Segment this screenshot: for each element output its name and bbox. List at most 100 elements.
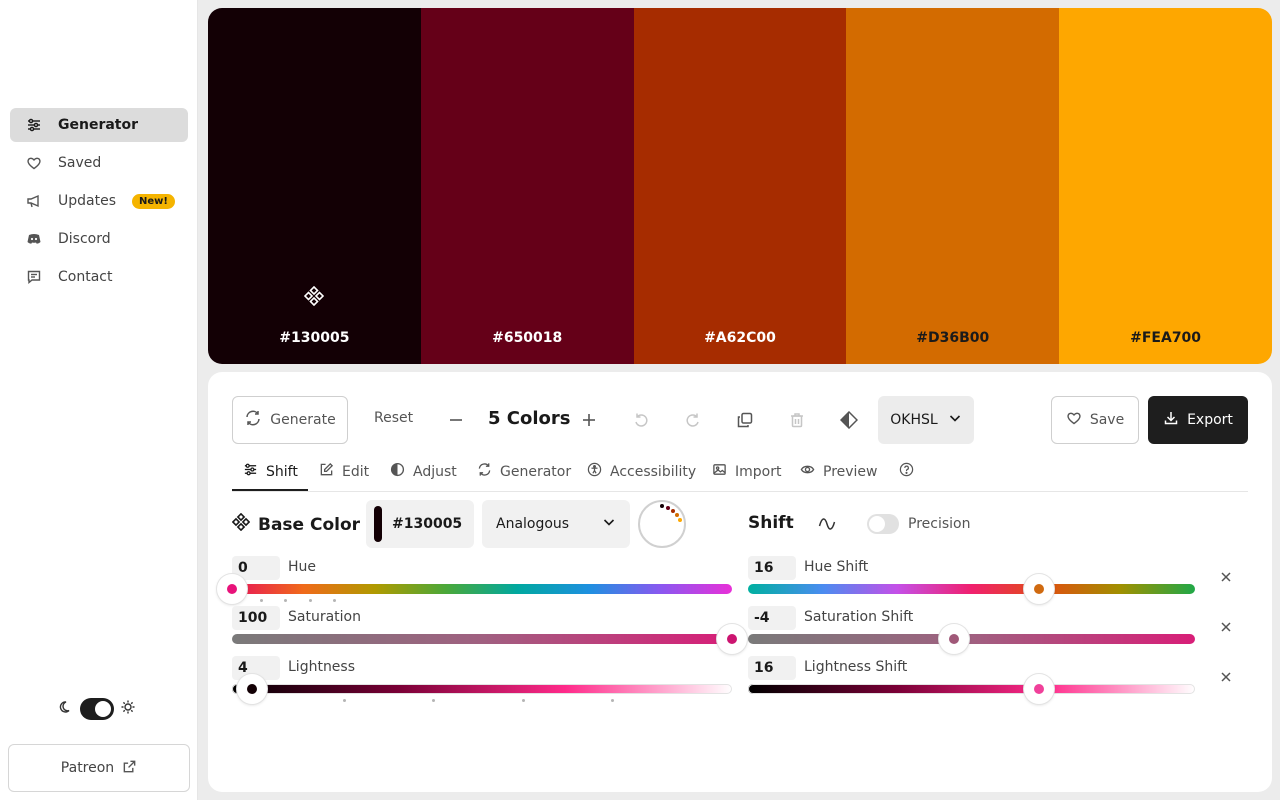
generate-label: Generate bbox=[270, 412, 336, 428]
shift-heading: Shift bbox=[748, 513, 794, 533]
eye-icon bbox=[800, 462, 815, 481]
color-swatch[interactable]: #FEA700 bbox=[1059, 8, 1272, 364]
saturation-slider[interactable] bbox=[232, 634, 732, 644]
palette-marker bbox=[522, 699, 525, 702]
base-color-icon bbox=[231, 512, 251, 536]
tab-bar: Shift Edit Adjust Generator Accessibilit… bbox=[232, 456, 1248, 492]
hue-shift-label: Hue Shift bbox=[804, 559, 869, 575]
tab-generator[interactable]: Generator bbox=[477, 462, 571, 481]
color-palette: #130005 #650018 #A62C00 #D36B00 #FEA700 bbox=[208, 8, 1272, 364]
theme-toggle[interactable] bbox=[80, 698, 114, 720]
tab-preview[interactable]: Preview bbox=[800, 462, 878, 481]
tab-label: Shift bbox=[266, 463, 298, 480]
palette-marker bbox=[432, 699, 435, 702]
active-tab-indicator bbox=[232, 489, 308, 491]
precision-toggle[interactable] bbox=[867, 514, 899, 534]
lightness-slider[interactable] bbox=[232, 684, 732, 694]
swatch-hex-label[interactable]: #130005 bbox=[208, 330, 421, 346]
redo-icon[interactable] bbox=[684, 411, 702, 429]
tab-adjust[interactable]: Adjust bbox=[390, 462, 457, 481]
hue-shift-thumb[interactable] bbox=[1023, 574, 1054, 604]
sidebar-item-discord[interactable]: Discord bbox=[10, 222, 188, 256]
discord-icon bbox=[26, 231, 42, 247]
sliders-icon bbox=[243, 462, 258, 481]
saturation-shift-label: Saturation Shift bbox=[804, 609, 914, 625]
lightness-shift-label: Lightness Shift bbox=[804, 659, 908, 675]
hue-slider[interactable] bbox=[232, 584, 732, 594]
tab-shift[interactable]: Shift bbox=[243, 462, 298, 481]
generate-button[interactable]: Generate bbox=[232, 396, 348, 444]
base-color-chip[interactable] bbox=[374, 506, 382, 542]
save-button[interactable]: Save bbox=[1051, 396, 1139, 444]
lightness-shift-slider[interactable] bbox=[748, 684, 1195, 694]
close-icon[interactable] bbox=[1220, 571, 1232, 583]
tab-import[interactable]: Import bbox=[712, 462, 781, 481]
close-icon[interactable] bbox=[1220, 621, 1232, 633]
hue-wheel-preview[interactable] bbox=[638, 500, 686, 548]
hue-shift-slider[interactable] bbox=[748, 584, 1195, 594]
close-icon[interactable] bbox=[1220, 671, 1232, 683]
palette-marker bbox=[343, 699, 346, 702]
tab-label: Preview bbox=[823, 463, 878, 480]
hue-thumb[interactable] bbox=[217, 574, 247, 604]
tab-edit[interactable]: Edit bbox=[319, 462, 369, 481]
saturation-shift-thumb[interactable] bbox=[938, 624, 969, 654]
swatch-hex-label[interactable]: #650018 bbox=[421, 330, 634, 346]
curve-icon[interactable] bbox=[818, 515, 836, 533]
sidebar-item-contact[interactable]: Contact bbox=[10, 260, 188, 294]
sidebar: Generator Saved Updates New! Discord Con… bbox=[0, 0, 198, 800]
sun-icon bbox=[120, 699, 136, 719]
accessibility-icon bbox=[587, 462, 602, 481]
color-space-select[interactable]: OKHSL bbox=[878, 396, 974, 444]
color-count: 5 Colors bbox=[488, 408, 571, 429]
new-badge: New! bbox=[132, 193, 175, 209]
color-swatch[interactable]: #A62C00 bbox=[633, 8, 847, 364]
contrast-toggle-icon[interactable] bbox=[840, 411, 858, 429]
tab-label: Import bbox=[735, 463, 782, 480]
reset-button[interactable]: Reset bbox=[374, 410, 413, 426]
base-hex-value: #130005 bbox=[392, 516, 463, 532]
export-button[interactable]: Export bbox=[1148, 396, 1248, 444]
lightness-thumb[interactable] bbox=[237, 674, 267, 704]
swatch-hex-label[interactable]: #D36B00 bbox=[846, 330, 1059, 346]
saturation-thumb[interactable] bbox=[717, 624, 747, 654]
hue-shift-input[interactable]: 16 bbox=[748, 556, 796, 580]
contrast-icon bbox=[390, 462, 405, 481]
saturation-shift-slider[interactable] bbox=[748, 634, 1195, 644]
sidebar-item-updates[interactable]: Updates New! bbox=[10, 184, 188, 218]
refresh-icon bbox=[244, 409, 262, 431]
sidebar-item-saved[interactable]: Saved bbox=[10, 146, 188, 180]
minus-icon[interactable] bbox=[447, 411, 465, 429]
tab-help[interactable] bbox=[899, 462, 922, 481]
base-hex-input[interactable]: #130005 bbox=[366, 500, 474, 548]
tab-label: Generator bbox=[500, 463, 572, 480]
undo-icon[interactable] bbox=[632, 411, 650, 429]
color-swatch[interactable]: #D36B00 bbox=[846, 8, 1060, 364]
saturation-label: Saturation bbox=[288, 609, 361, 625]
base-color-heading: Base Color bbox=[231, 512, 360, 536]
saturation-shift-input[interactable]: -4 bbox=[748, 606, 796, 630]
precision-toggle-group: Precision bbox=[867, 514, 970, 534]
swatch-hex-label[interactable]: #FEA700 bbox=[1059, 330, 1272, 346]
sidebar-item-label: Contact bbox=[58, 269, 113, 285]
color-swatch[interactable]: #650018 bbox=[420, 8, 634, 364]
lightness-label: Lightness bbox=[288, 659, 356, 675]
saturation-input[interactable]: 100 bbox=[232, 606, 280, 630]
sidebar-item-generator[interactable]: Generator bbox=[10, 108, 188, 142]
scheme-select[interactable]: Analogous bbox=[482, 500, 630, 548]
copy-icon[interactable] bbox=[736, 411, 754, 429]
tab-label: Edit bbox=[342, 463, 370, 480]
base-color-icon[interactable] bbox=[304, 286, 325, 306]
palette-marker bbox=[611, 699, 614, 702]
swatch-hex-label[interactable]: #A62C00 bbox=[634, 330, 847, 346]
lightness-shift-thumb[interactable] bbox=[1023, 674, 1054, 704]
trash-icon[interactable] bbox=[788, 411, 806, 429]
patreon-button[interactable]: Patreon bbox=[8, 744, 190, 792]
plus-icon[interactable] bbox=[580, 411, 598, 429]
hue-label: Hue bbox=[288, 559, 317, 575]
tab-accessibility[interactable]: Accessibility bbox=[587, 462, 696, 481]
lightness-shift-input[interactable]: 16 bbox=[748, 656, 796, 680]
precision-label: Precision bbox=[908, 516, 971, 532]
color-swatch[interactable]: #130005 bbox=[208, 8, 421, 364]
heart-icon bbox=[26, 155, 42, 171]
